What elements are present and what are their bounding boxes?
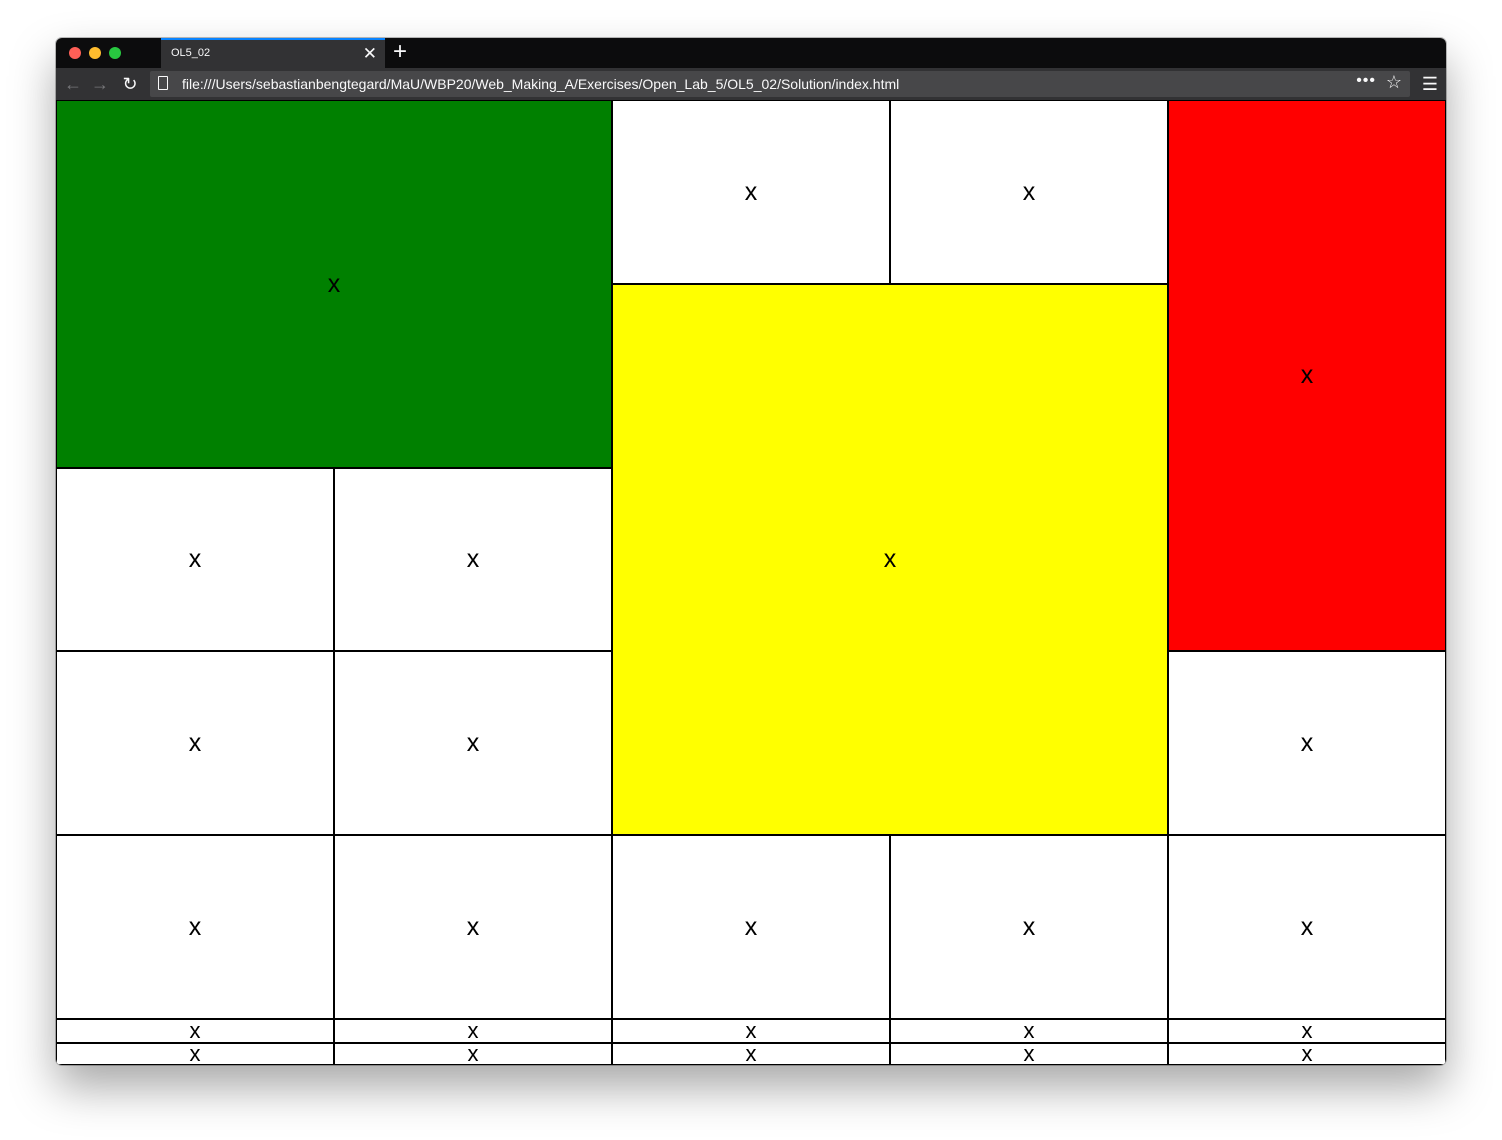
grid-cell: x — [334, 468, 612, 651]
grid-cell-yellow: x — [612, 284, 1168, 835]
forward-button[interactable]: → — [89, 73, 111, 95]
url-bar[interactable]: file:///Users/sebastianbengtegard/MaU/WB… — [150, 71, 1410, 97]
grid-cell: x — [612, 835, 890, 1019]
close-window-button[interactable] — [69, 47, 81, 59]
tab-title: OL5_02 — [171, 47, 211, 59]
grid-cell: x — [56, 468, 334, 651]
grid-cell: x — [1168, 835, 1446, 1019]
grid-cell-thin: x — [890, 1019, 1168, 1043]
page-actions-icon[interactable]: ••• — [1356, 72, 1376, 90]
grid-cell-thin: x — [612, 1043, 890, 1065]
grid-cell-thin: x — [612, 1019, 890, 1043]
page-content: x x x x x x x x x x x x x x x x x x x x … — [56, 100, 1446, 1065]
back-button[interactable]: ← — [62, 73, 84, 95]
reload-button[interactable]: ↻ — [119, 73, 141, 95]
new-tab-button[interactable]: + — [393, 39, 407, 65]
cell-grid: x x x x x x x x x x x x x x x x x x x x … — [56, 100, 1446, 1065]
grid-cell-red: x — [1168, 100, 1446, 651]
grid-cell: x — [56, 835, 334, 1019]
tab-ol5-02[interactable]: OL5_02 ✕ — [161, 38, 385, 68]
grid-cell: x — [56, 651, 334, 835]
grid-cell: x — [1168, 651, 1446, 835]
grid-cell: x — [334, 835, 612, 1019]
grid-cell: x — [612, 100, 890, 284]
grid-cell-thin: x — [56, 1019, 334, 1043]
maximize-window-button[interactable] — [109, 47, 121, 59]
navigation-bar: ← → ↻ file:///Users/sebastianbengtegard/… — [56, 68, 1446, 100]
minimize-window-button[interactable] — [89, 47, 101, 59]
grid-cell-thin: x — [56, 1043, 334, 1065]
grid-cell-thin: x — [1168, 1019, 1446, 1043]
browser-window: OL5_02 ✕ + ← → ↻ file:///Users/sebastian… — [56, 38, 1446, 1065]
bookmark-star-icon[interactable]: ☆ — [1386, 72, 1402, 93]
grid-cell-thin: x — [334, 1043, 612, 1065]
grid-cell-thin: x — [1168, 1043, 1446, 1065]
grid-cell: x — [890, 835, 1168, 1019]
grid-cell: x — [890, 100, 1168, 284]
grid-cell-thin: x — [334, 1019, 612, 1043]
grid-cell: x — [334, 651, 612, 835]
url-text[interactable]: file:///Users/sebastianbengtegard/MaU/WB… — [182, 76, 899, 92]
menu-button[interactable]: ☰ — [1422, 73, 1438, 95]
close-tab-icon[interactable]: ✕ — [363, 44, 377, 64]
tab-bar: OL5_02 ✕ + — [56, 38, 1446, 68]
grid-cell-green: x — [56, 100, 612, 468]
grid-cell-thin: x — [890, 1043, 1168, 1065]
page-icon — [158, 76, 168, 90]
